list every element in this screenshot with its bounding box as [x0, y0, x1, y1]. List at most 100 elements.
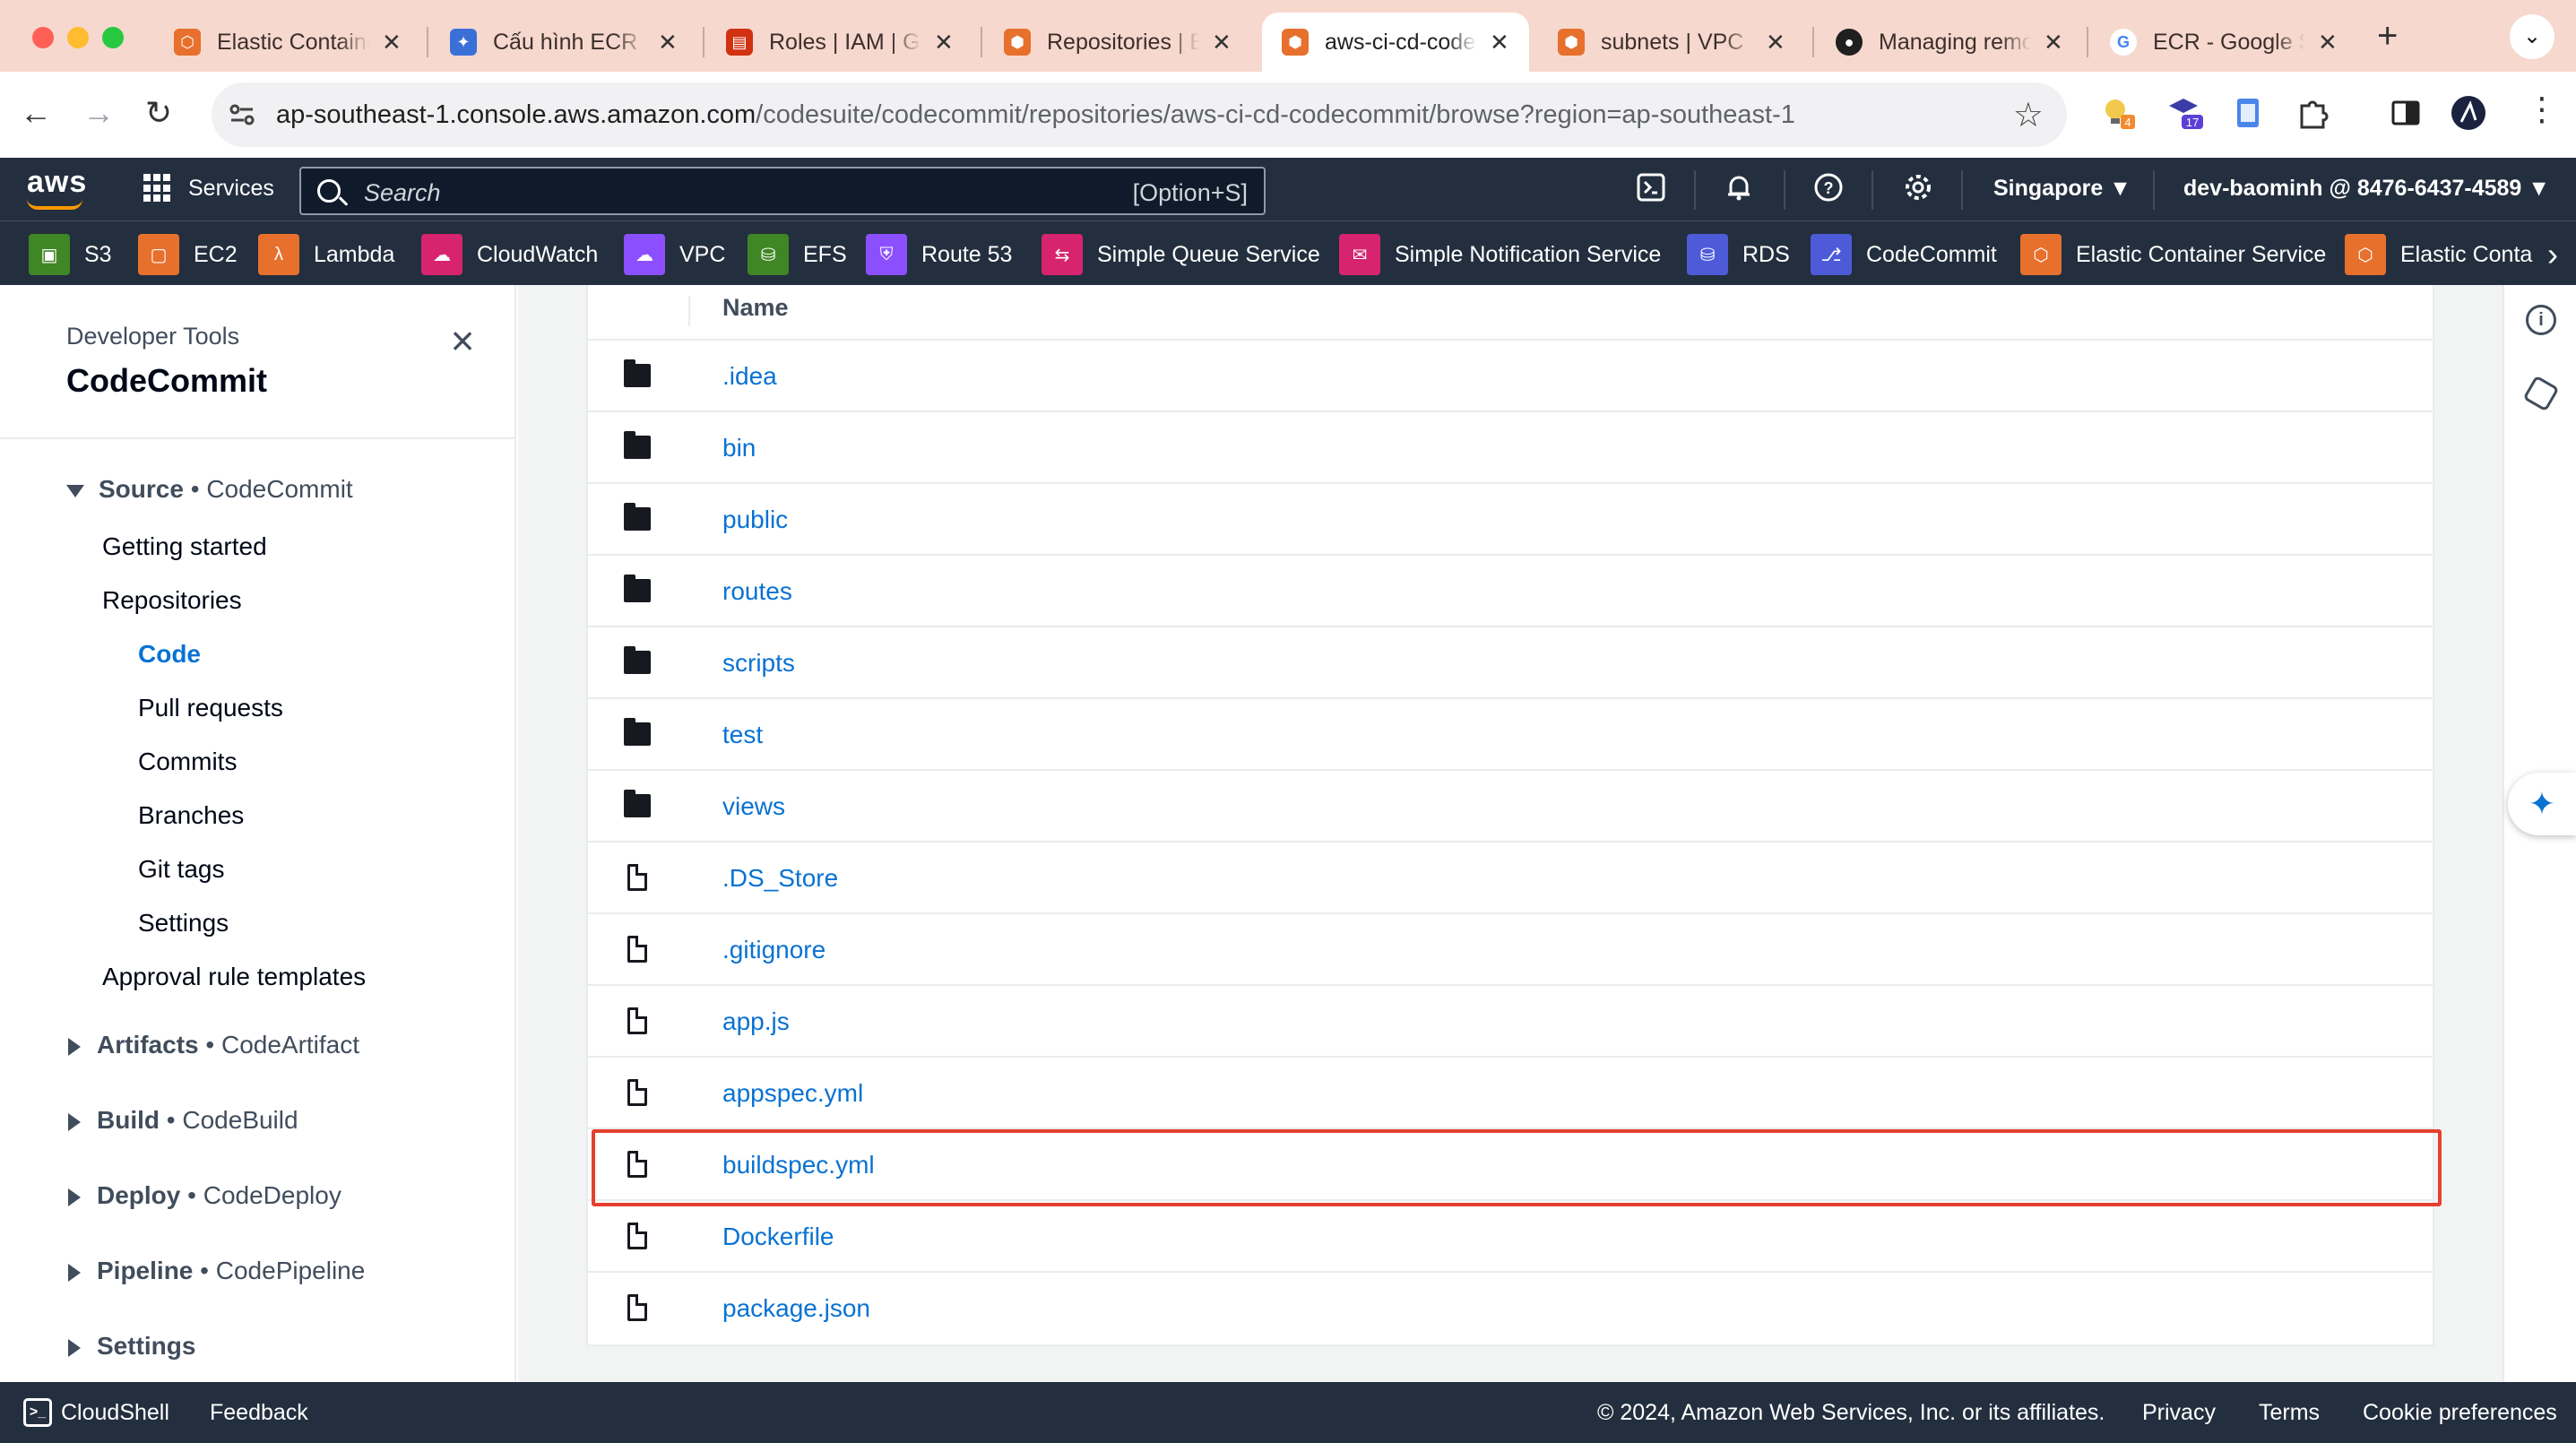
sidebar-item-approval-rule-templates[interactable]: Approval rule templates — [102, 963, 366, 991]
tab-close-icon[interactable]: ✕ — [1212, 29, 1232, 56]
sidebar-item-repositories[interactable]: Repositories — [102, 586, 242, 615]
tab-close-icon[interactable]: ✕ — [2044, 29, 2063, 56]
table-row[interactable]: routes — [588, 556, 2433, 627]
favorite-ecs-2[interactable]: ⬡ Elastic Conta — [2345, 234, 2532, 275]
table-row[interactable]: .DS_Store — [588, 842, 2433, 914]
close-icon[interactable]: × — [443, 320, 482, 361]
favorite-lambda[interactable]: λ Lambda — [258, 234, 394, 275]
table-row[interactable]: .idea — [588, 341, 2433, 412]
reload-icon[interactable]: ↻ — [145, 95, 172, 131]
file-link[interactable]: package.json — [722, 1294, 870, 1323]
table-row[interactable]: package.json — [588, 1273, 2433, 1344]
sidebar-item-git-tags[interactable]: Git tags — [138, 855, 224, 884]
settings-hexagon-icon[interactable] — [2522, 375, 2560, 412]
table-row[interactable]: .gitignore — [588, 914, 2433, 986]
extension-graduation-icon[interactable]: 17 — [2165, 95, 2203, 131]
window-minimize-button[interactable] — [67, 27, 89, 48]
forward-arrow-icon[interactable]: → — [82, 95, 115, 131]
nav-section-artifacts[interactable]: Artifacts • CodeArtifact — [66, 1031, 359, 1059]
browser-tab[interactable]: ⬢ Repositories | ECR ✕ — [984, 13, 1251, 72]
file-link[interactable]: app.js — [722, 1007, 790, 1036]
aws-logo[interactable]: aws — [27, 165, 87, 200]
sidebar-item-branches[interactable]: Branches — [138, 801, 244, 830]
browser-tab-active[interactable]: ⬢ aws-ci-cd-codecommit ✕ — [1262, 13, 1529, 72]
favorite-ecs[interactable]: ⬡ Elastic Container Service — [2020, 234, 2326, 275]
side-panel-icon[interactable] — [2388, 95, 2424, 131]
settings-gear-icon[interactable] — [1900, 172, 1936, 208]
nav-section-deploy[interactable]: Deploy • CodeDeploy — [66, 1181, 341, 1210]
favorite-route53[interactable]: ⛨ Route 53 — [866, 234, 1012, 275]
account-menu[interactable]: dev-baominh @ 8476-6437-4589 ▼ — [2183, 176, 2550, 202]
profile-avatar[interactable] — [2451, 95, 2486, 131]
site-settings-icon[interactable] — [228, 100, 256, 129]
favorite-sns[interactable]: ✉ Simple Notification Service — [1339, 234, 1661, 275]
amazon-q-assistant-icon[interactable]: ✦ — [2508, 773, 2576, 835]
browser-tab[interactable]: ✦ Cấu hình ECR ✕ — [430, 13, 697, 72]
favorite-s3[interactable]: ▣ S3 — [29, 234, 112, 275]
table-row[interactable]: app.js — [588, 986, 2433, 1058]
tab-close-icon[interactable]: ✕ — [1490, 29, 1509, 56]
column-header-name[interactable]: Name — [722, 294, 789, 322]
browser-tab[interactable]: G ECR - Google Search ✕ — [2090, 13, 2357, 72]
file-link[interactable]: routes — [722, 577, 792, 606]
extensions-puzzle-icon[interactable] — [2295, 95, 2330, 131]
search-input[interactable]: Search [Option+S] — [299, 167, 1266, 215]
table-row[interactable]: Dockerfile — [588, 1201, 2433, 1273]
table-row[interactable]: bin — [588, 412, 2433, 484]
table-row[interactable]: public — [588, 484, 2433, 556]
tab-search-chevron-icon[interactable]: ⌄ — [2510, 14, 2554, 59]
nav-section-build[interactable]: Build • CodeBuild — [66, 1106, 298, 1135]
favorite-vpc[interactable]: ☁ VPC — [624, 234, 725, 275]
services-menu-button[interactable]: Services — [143, 174, 274, 203]
browser-tab[interactable]: ⬡ Elastic Container Service ✕ — [154, 13, 421, 72]
tab-close-icon[interactable]: ✕ — [934, 29, 954, 56]
file-link[interactable]: .gitignore — [722, 936, 826, 964]
browser-tab[interactable]: ● Managing remote ✕ — [1816, 13, 2083, 72]
favorite-rds[interactable]: ⛁ RDS — [1687, 234, 1790, 275]
browser-tab[interactable]: ⬢ subnets | VPC ✕ — [1538, 13, 1805, 72]
bookmark-star-icon[interactable]: ☆ — [2013, 95, 2044, 135]
new-tab-button[interactable]: + — [2377, 16, 2398, 56]
back-arrow-icon[interactable]: ← — [20, 95, 52, 131]
tab-close-icon[interactable]: ✕ — [382, 29, 402, 56]
privacy-link[interactable]: Privacy — [2142, 1400, 2216, 1426]
favorite-sqs[interactable]: ⇆ Simple Queue Service — [1042, 234, 1320, 275]
sidebar-item-commits[interactable]: Commits — [138, 747, 237, 776]
favorite-ec2[interactable]: ▢ EC2 — [138, 234, 238, 275]
table-row[interactable]: test — [588, 699, 2433, 771]
terms-link[interactable]: Terms — [2259, 1400, 2320, 1426]
file-link[interactable]: scripts — [722, 649, 795, 678]
notifications-bell-icon[interactable] — [1721, 172, 1757, 208]
favorite-codecommit[interactable]: ⎇ CodeCommit — [1811, 234, 1997, 275]
table-row[interactable]: appspec.yml — [588, 1058, 2433, 1129]
file-link[interactable]: Dockerfile — [722, 1223, 834, 1251]
region-selector[interactable]: Singapore ▼ — [1993, 176, 2131, 202]
window-zoom-button[interactable] — [102, 27, 124, 48]
cloudshell-icon[interactable] — [1633, 172, 1669, 208]
file-link[interactable]: .DS_Store — [722, 864, 838, 893]
sidebar-item-pull-requests[interactable]: Pull requests — [138, 694, 283, 722]
sidebar-item-repo-settings[interactable]: Settings — [138, 909, 229, 938]
help-icon[interactable]: ? — [1811, 172, 1846, 208]
file-link[interactable]: bin — [722, 434, 756, 462]
info-icon[interactable]: i — [2526, 305, 2556, 335]
feedback-link[interactable]: Feedback — [210, 1400, 308, 1426]
tab-close-icon[interactable]: ✕ — [658, 29, 678, 56]
sidebar-title[interactable]: CodeCommit — [66, 362, 267, 400]
sidebar-item-code[interactable]: Code — [138, 640, 201, 669]
cloudshell-link[interactable]: CloudShell — [61, 1400, 169, 1426]
file-link[interactable]: test — [722, 721, 763, 749]
file-link[interactable]: .idea — [722, 362, 777, 391]
favorites-scroll-right-icon[interactable]: › — [2540, 236, 2558, 273]
nav-section-source[interactable]: Source • CodeCommit — [66, 475, 353, 504]
file-link[interactable]: views — [722, 792, 785, 821]
favorite-cloudwatch[interactable]: ☁ CloudWatch — [421, 234, 598, 275]
extension-clipboard-icon[interactable] — [2230, 95, 2266, 131]
table-row[interactable]: scripts — [588, 627, 2433, 699]
chrome-menu-icon[interactable]: ⋮ — [2526, 91, 2558, 127]
tab-close-icon[interactable]: ✕ — [1766, 29, 1785, 56]
cloudshell-footer-icon[interactable]: >_ — [23, 1398, 52, 1427]
file-link[interactable]: appspec.yml — [722, 1079, 863, 1108]
browser-tab[interactable]: ▤ Roles | IAM | Global ✕ — [706, 13, 973, 72]
tab-close-icon[interactable]: ✕ — [2318, 29, 2338, 56]
